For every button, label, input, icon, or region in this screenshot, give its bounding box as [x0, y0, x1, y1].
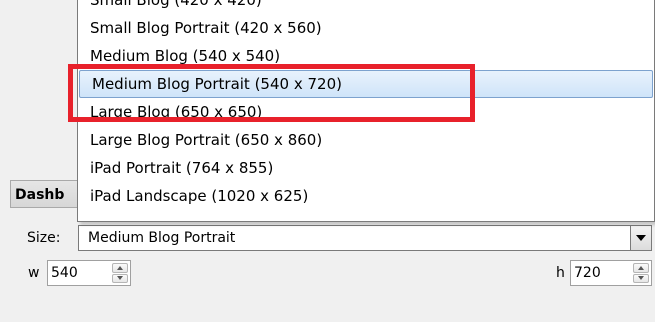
spin-down-glyph — [638, 276, 644, 281]
spin-up-icon[interactable] — [633, 263, 649, 273]
list-item[interactable]: iPad Landscape (1020 x 625) — [78, 182, 654, 210]
width-stepper[interactable]: 540 — [47, 260, 131, 286]
height-label: h — [556, 265, 565, 281]
width-spinner — [112, 263, 128, 283]
size-select[interactable]: Medium Blog Portrait — [78, 225, 652, 251]
spin-up-icon[interactable] — [112, 263, 128, 273]
list-item[interactable]: Medium Blog (540 x 540) — [78, 42, 654, 70]
list-item[interactable]: iPad Portrait (764 x 855) — [78, 154, 654, 182]
spin-down-icon[interactable] — [633, 273, 649, 283]
height-spinner — [633, 263, 649, 283]
tab-dashboard-label: Dashb — [15, 187, 65, 203]
chevron-down-glyph — [636, 235, 646, 241]
list-item[interactable]: Large Blog Portrait (650 x 860) — [78, 126, 654, 154]
list-item[interactable]: Small Blog (420 x 420) — [78, 0, 654, 14]
height-stepper[interactable]: 720 — [570, 260, 652, 286]
size-label: Size: — [27, 230, 61, 246]
list-item-selected[interactable]: Medium Blog Portrait (540 x 720) — [79, 70, 653, 98]
chevron-down-icon[interactable] — [630, 226, 651, 250]
list-item[interactable]: Large Blog (650 x 650) — [78, 98, 654, 126]
size-dropdown-list[interactable]: Small Blog (420 x 420) Small Blog Portra… — [77, 0, 655, 222]
size-options: Small Blog (420 x 420) Small Blog Portra… — [78, 0, 654, 210]
spin-up-glyph — [638, 265, 644, 270]
spin-up-glyph — [117, 265, 123, 270]
size-select-value: Medium Blog Portrait — [88, 230, 236, 246]
spin-down-glyph — [117, 276, 123, 281]
width-label: w — [28, 265, 40, 281]
height-input[interactable]: 720 — [574, 265, 601, 281]
width-input[interactable]: 540 — [51, 265, 78, 281]
spin-down-icon[interactable] — [112, 273, 128, 283]
list-item[interactable]: Small Blog Portrait (420 x 560) — [78, 14, 654, 42]
